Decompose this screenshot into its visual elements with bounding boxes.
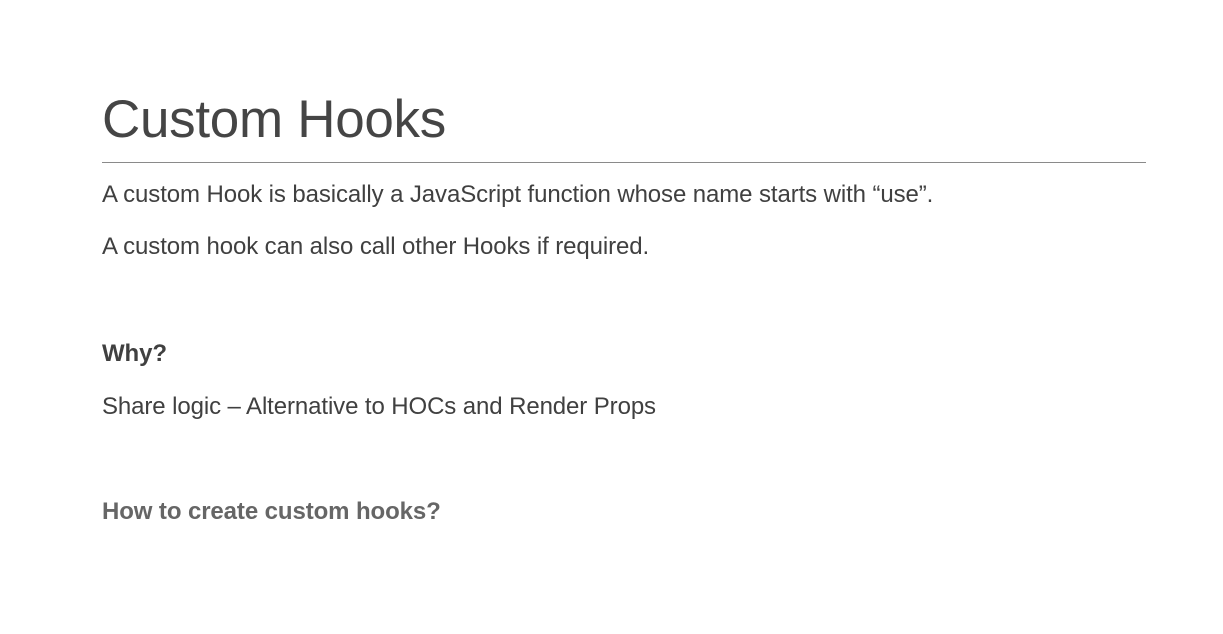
body-line-1: A custom Hook is basically a JavaScript … bbox=[102, 181, 934, 208]
how-heading: How to create custom hooks? bbox=[102, 498, 441, 525]
slide-title: Custom Hooks bbox=[102, 90, 446, 149]
body-line-2: A custom hook can also call other Hooks … bbox=[102, 233, 650, 260]
why-text: Share logic – Alternative to HOCs and Re… bbox=[102, 393, 656, 420]
title-divider bbox=[102, 162, 1146, 163]
why-heading: Why? bbox=[102, 340, 167, 367]
